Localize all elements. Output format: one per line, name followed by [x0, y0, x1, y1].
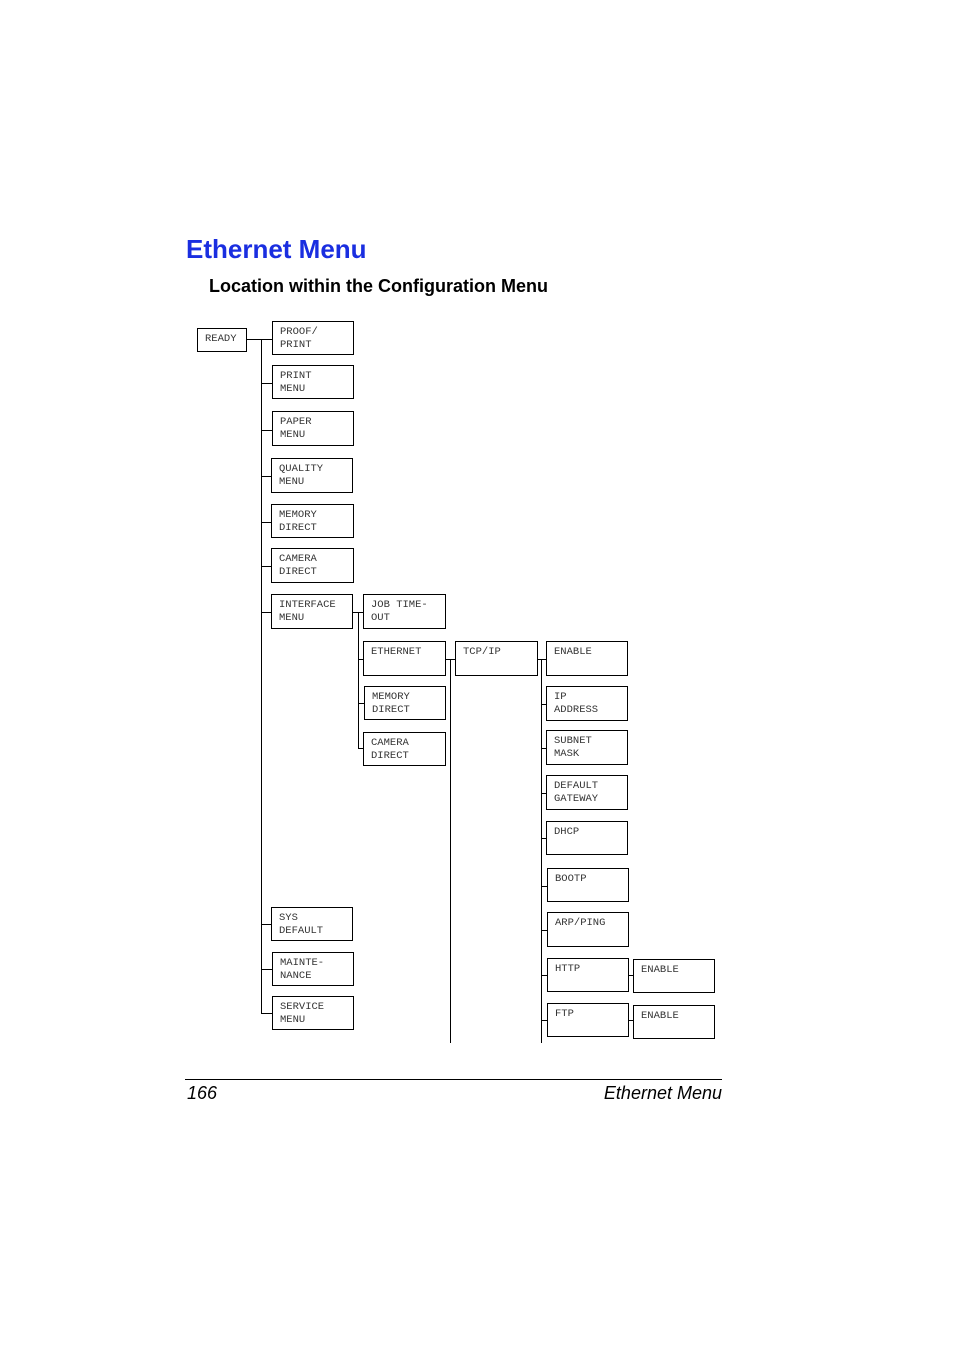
menu-node-print-menu: PRINT MENU [272, 365, 354, 399]
tick [261, 924, 271, 925]
tick [261, 522, 271, 523]
menu-node-dhcp: DHCP [546, 821, 628, 855]
menu-node-http-enable: ENABLE [633, 959, 715, 993]
menu-node-proof-print: PROOF/ PRINT [272, 321, 354, 355]
trunk-level1 [261, 339, 262, 1014]
menu-node-interface-menu: INTERFACE MENU [271, 594, 353, 629]
menu-node-bootp: BOOTP [547, 868, 629, 902]
menu-node-enable: ENABLE [546, 641, 628, 676]
menu-node-tcpip: TCP/IP [455, 641, 538, 676]
trunk-tcpip [541, 659, 542, 1043]
menu-node-ip-address: IP ADDRESS [546, 686, 628, 721]
tick [261, 566, 271, 567]
page-title: Ethernet Menu [186, 234, 367, 264]
tick [261, 969, 272, 970]
menu-node-ready: READY [197, 328, 247, 352]
menu-node-ftp-enable: ENABLE [633, 1005, 715, 1039]
menu-node-sys-default: SYS DEFAULT [271, 907, 353, 941]
connector-ready [246, 339, 261, 340]
menu-node-default-gateway: DEFAULT GATEWAY [546, 775, 628, 810]
section-subtitle: Location within the Configuration Menu [209, 276, 548, 296]
footer-divider [185, 1079, 722, 1080]
menu-node-ethernet: ETHERNET [363, 641, 446, 676]
tick [261, 339, 272, 340]
menu-node-if-camera-direct: CAMERA DIRECT [363, 732, 446, 766]
menu-node-memory-direct: MEMORY DIRECT [271, 504, 354, 538]
trunk-interface [358, 612, 359, 749]
menu-node-maintenance: MAINTE- NANCE [272, 952, 354, 986]
menu-node-job-timeout: JOB TIME- OUT [363, 594, 446, 629]
page-number: 166 [187, 1083, 218, 1103]
tick [261, 383, 272, 384]
tick [261, 430, 272, 431]
menu-node-camera-direct: CAMERA DIRECT [271, 548, 354, 583]
menu-node-arp-ping: ARP/PING [547, 912, 629, 947]
menu-node-http: HTTP [547, 958, 629, 992]
menu-node-subnet-mask: SUBNET MASK [546, 730, 628, 765]
tick [261, 612, 271, 613]
menu-node-ftp: FTP [547, 1003, 629, 1037]
menu-node-paper-menu: PAPER MENU [272, 411, 354, 446]
trunk-ethernet [450, 659, 451, 1043]
tick [261, 476, 271, 477]
menu-node-service-menu: SERVICE MENU [272, 996, 354, 1030]
menu-node-quality-menu: QUALITY MENU [271, 458, 353, 493]
menu-node-if-memory-direct: MEMORY DIRECT [364, 686, 446, 720]
tick [261, 1013, 272, 1014]
footer-section-title: Ethernet Menu [603, 1083, 722, 1103]
